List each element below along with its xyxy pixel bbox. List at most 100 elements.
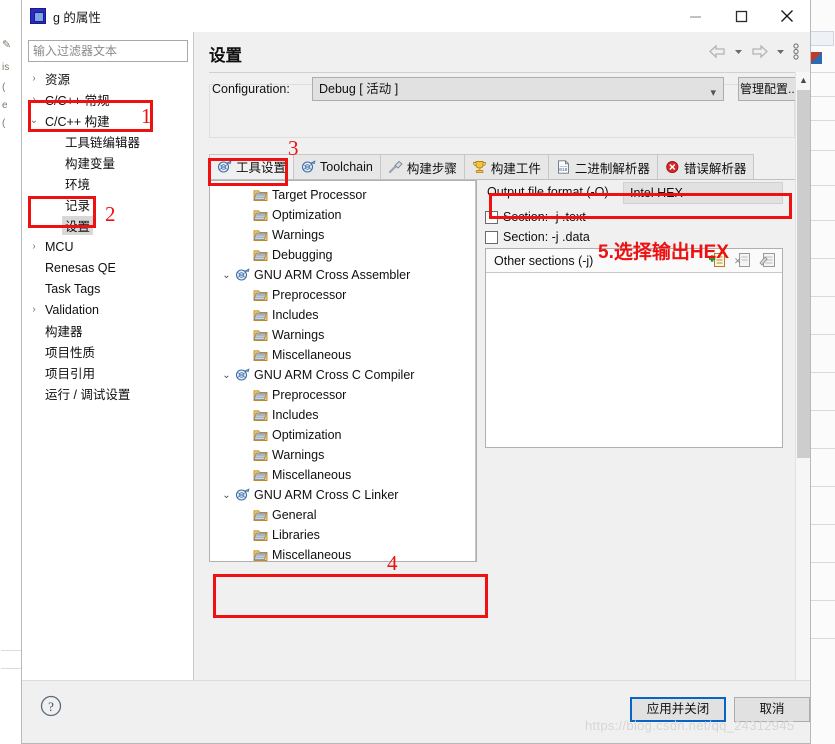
divider [808,448,835,449]
category-tree-item[interactable]: › C/C++ 常规 [22,89,193,110]
divider [209,72,795,73]
output-file-format-select[interactable]: Intel HEX [623,182,783,204]
delete-icon[interactable]: ✕ [734,252,751,274]
settings-tree-item[interactable]: Warnings [210,225,460,245]
tab-item-2[interactable]: 构建步骤 [379,154,465,179]
dialog-vertical-scrollbar[interactable]: ▲ ▼ [795,72,810,712]
category-tree-item[interactable]: Task Tags [22,278,193,299]
configuration-value: Debug [ 活动 ] [319,82,399,96]
folder-tool-icon [252,228,269,242]
dialog-title-bar: g 的属性 [22,0,810,32]
settings-tree-item[interactable]: Target Processor [210,185,460,205]
category-tree-item-label: 工具链编辑器 [65,136,141,150]
chevron-down-icon: ▾ [710,87,716,99]
settings-tree-item[interactable]: Miscellaneous [210,465,460,485]
tree-scrollbar[interactable] [475,181,476,561]
category-tree-item[interactable]: › Validation [22,299,193,320]
category-tree-item[interactable]: › 资源 [22,68,193,89]
settings-tree-item[interactable]: Optimization [210,425,460,445]
chevron-down-icon[interactable]: ⌄ [219,270,234,281]
scrollbar-thumb[interactable] [797,90,810,458]
settings-tree-item-label: Debugging [272,248,333,262]
close-icon[interactable] [764,0,810,32]
settings-tree-item-label: General [272,508,317,522]
annotation-number-2: 2 [105,202,116,226]
background-tab [809,31,834,46]
section-data-checkbox-row[interactable]: Section: -j .data [485,230,590,244]
settings-tree-item-label: Optimization [272,428,342,442]
forward-arrow-icon[interactable] [748,43,771,60]
chevron-right-icon[interactable]: › [26,241,42,252]
settings-tree-item[interactable]: Optimization [210,205,460,225]
category-tree-item[interactable]: 构建器 [22,320,193,341]
section-text-checkbox-row[interactable]: Section: -j .text [485,210,586,224]
category-tree-item[interactable]: 项目引用 [22,362,193,383]
settings-tree-item[interactable]: ⌄ GNU ARM Cross C Compiler [210,365,460,385]
tab-item-5[interactable]: 错误解析器 [656,154,755,179]
chevron-down-icon[interactable]: ⌄ [219,370,234,381]
pencil-icon: ✎ [2,39,12,51]
tab-toolchain[interactable]: Toolchain [293,154,381,179]
category-tree-item[interactable]: 构建变量 [22,152,193,173]
settings-tree-item[interactable]: ⌄ GNU ARM Cross Assembler [210,265,460,285]
maximize-icon[interactable] [718,0,764,32]
toolchain-icon [234,268,251,282]
annotation-number-4: 4 [387,551,398,575]
back-dropdown-icon[interactable] [731,45,746,58]
tab-item-4[interactable]: 010 二进制解析器 [547,154,658,179]
chevron-right-icon[interactable]: › [26,94,42,105]
category-tree-item[interactable]: Renesas QE [22,257,193,278]
category-tree-item[interactable]: 项目性质 [22,341,193,362]
forward-dropdown-icon[interactable] [773,45,788,58]
category-tree-item[interactable]: ⌄ C/C++ 构建 [22,110,193,131]
scroll-up-icon[interactable]: ▲ [796,72,811,88]
view-menu-icon[interactable] [790,42,802,61]
tab-item-3[interactable]: 构建工件 [463,154,549,179]
chevron-down-icon[interactable]: ⌄ [26,115,42,126]
category-tree-item[interactable]: 运行 / 调试设置 [22,383,193,404]
settings-tree-item-label: Miscellaneous [272,348,352,362]
divider [808,220,835,221]
minimize-icon[interactable] [672,0,718,32]
folder-tool-icon [252,408,269,422]
divider [808,296,835,297]
divider [808,334,835,335]
tab-item-0[interactable]: 工具设置 [209,154,295,179]
checkbox[interactable] [485,230,498,244]
category-tree-item[interactable]: › MCU [22,236,193,257]
category-tree-item[interactable]: 工具链编辑器 [22,131,193,152]
settings-tree-item[interactable]: General [210,505,460,525]
settings-tree-item[interactable]: Debugging [210,245,460,265]
configuration-select[interactable]: Debug [ 活动 ] ▾ [312,77,724,101]
help-icon[interactable]: ? [40,695,62,722]
chevron-right-icon[interactable]: › [26,304,42,315]
settings-tree-item[interactable]: Preprocessor [210,385,460,405]
checkbox[interactable] [485,210,498,224]
svg-text:?: ? [48,699,54,714]
settings-tree-item[interactable]: Miscellaneous [210,345,460,365]
settings-tree-item[interactable]: Miscellaneous [210,545,460,561]
settings-tree-item[interactable]: Warnings [210,325,460,345]
back-arrow-icon[interactable] [706,43,729,60]
folder-tool-icon [252,328,269,342]
edit-icon[interactable] [759,252,776,274]
settings-tree-item-label: Warnings [272,448,325,462]
manage-configurations-button[interactable]: 管理配置... [738,77,800,101]
settings-tree-item[interactable]: Libraries [210,525,460,545]
tab-label: Toolchain [320,160,373,174]
settings-tree-item[interactable]: Preprocessor [210,285,460,305]
chevron-down-icon[interactable]: ⌄ [219,490,234,501]
settings-tree-item-label: Includes [272,408,319,422]
category-tree-item-label: Renesas QE [45,260,116,275]
settings-tree-item[interactable]: Includes [210,405,460,425]
page-title: 设置 [209,47,242,65]
chevron-right-icon[interactable]: › [26,73,42,84]
settings-tree-item[interactable]: Includes [210,305,460,325]
settings-tree-item[interactable]: Warnings [210,445,460,465]
text-fragment-icon: is [2,62,10,73]
filter-input[interactable] [28,40,188,62]
category-tree-item[interactable]: 环境 [22,173,193,194]
divider [808,72,835,73]
other-sections-label: Other sections (-j) [494,253,594,268]
settings-tree-item[interactable]: ⌄ GNU ARM Cross C Linker [210,485,460,505]
